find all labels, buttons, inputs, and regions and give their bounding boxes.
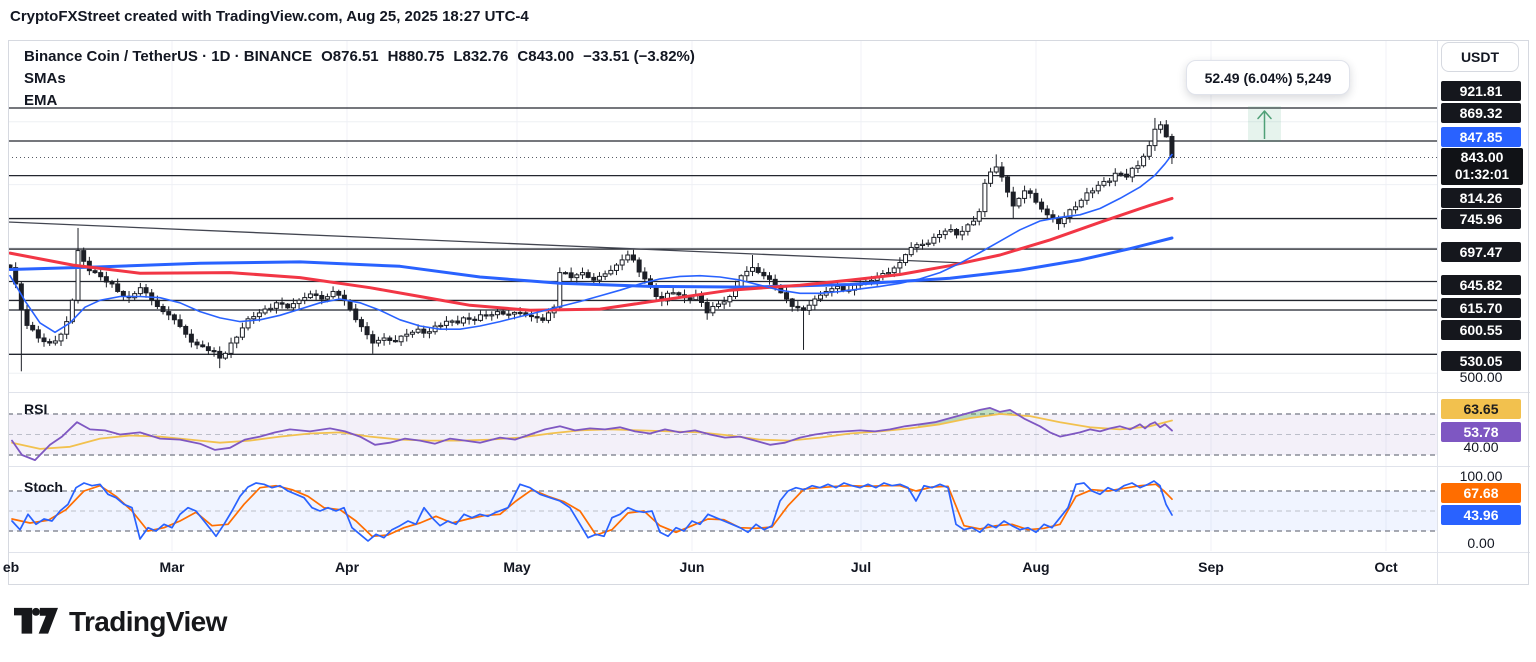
price-axis-label: 40.00 xyxy=(1441,437,1521,457)
stoch-pane-label[interactable]: Stoch xyxy=(24,479,63,495)
time-axis-month-label: Aug xyxy=(1022,559,1049,575)
price-axis-label: 814.26 xyxy=(1441,188,1521,208)
time-axis-month-label: Jul xyxy=(851,559,871,575)
price-axis-label: 921.81 xyxy=(1441,81,1521,101)
tradingview-logo-text: TradingView xyxy=(69,606,227,638)
price-axis-label: 615.70 xyxy=(1441,298,1521,318)
measure-tooltip: 52.49 (6.04%) 5,249 xyxy=(1186,60,1350,95)
ohlc-close: C843.00 xyxy=(517,48,574,65)
time-axis-month-label: Oct xyxy=(1374,559,1397,575)
price-axis-label: 645.82 xyxy=(1441,275,1521,295)
time-axis-month-label: Sep xyxy=(1198,559,1224,575)
ohlc-low: L832.76 xyxy=(453,48,508,65)
price-axis-label: 697.47 xyxy=(1441,242,1521,262)
chart-legend: Binance Coin / TetherUS · 1D · BINANCE O8… xyxy=(24,46,704,112)
rsi-pane-label[interactable]: RSI xyxy=(24,401,47,417)
change-value: −33.51 (−3.82%) xyxy=(583,48,695,65)
tradingview-chart-screenshot: CryptoFXStreet created with TradingView.… xyxy=(0,0,1536,662)
price-axis-label: 847.85 xyxy=(1441,127,1521,147)
price-axis-label: 67.68 xyxy=(1441,483,1521,503)
time-axis[interactable]: ebMarAprMayJunJulAugSepOct xyxy=(8,556,1437,582)
symbol-legend-row: Binance Coin / TetherUS · 1D · BINANCE O8… xyxy=(24,46,704,68)
tradingview-logo[interactable]: TradingView xyxy=(14,604,227,639)
legend-ema[interactable]: EMA xyxy=(24,90,704,112)
last-price-label: 843.0001:32:01 xyxy=(1441,148,1523,185)
price-axis-label: 500.00 xyxy=(1441,367,1521,387)
ohlc-open: O876.51 xyxy=(321,48,379,65)
time-axis-month-label: Jun xyxy=(680,559,705,575)
legend-smas[interactable]: SMAs xyxy=(24,68,704,90)
price-axis-label: 869.32 xyxy=(1441,103,1521,123)
price-axis-label: 0.00 xyxy=(1441,533,1521,553)
symbol-title[interactable]: Binance Coin / TetherUS · 1D · BINANCE xyxy=(24,48,312,65)
time-axis-month-label: eb xyxy=(3,559,19,575)
price-axis-label: 600.55 xyxy=(1441,320,1521,340)
time-axis-month-label: May xyxy=(503,559,530,575)
price-axis-label: 63.65 xyxy=(1441,399,1521,419)
ohlc-high: H880.75 xyxy=(388,48,445,65)
tradingview-logo-icon xyxy=(14,604,58,639)
time-axis-month-label: Apr xyxy=(335,559,359,575)
price-axis[interactable]: 921.81869.32 847.85843.0001:32:01 814.2674… xyxy=(1439,40,1534,585)
time-axis-month-label: Mar xyxy=(160,559,185,575)
price-axis-label: 43.96 xyxy=(1441,505,1521,525)
price-axis-label: 745.96 xyxy=(1441,209,1521,229)
